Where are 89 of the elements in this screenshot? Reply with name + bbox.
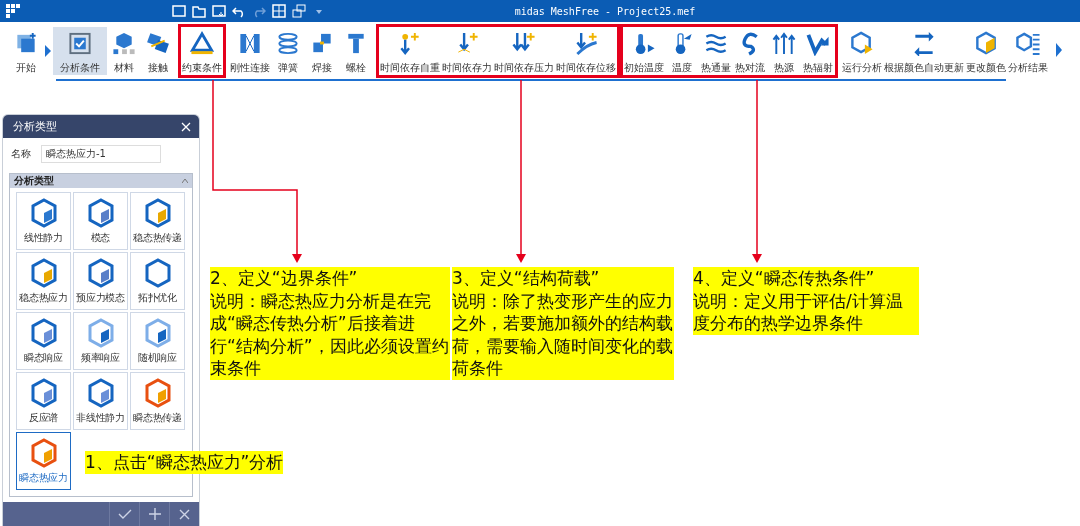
plus-icon	[148, 508, 161, 520]
chevron-right-icon	[45, 44, 51, 57]
ribbon-button[interactable]: 更改颜色	[965, 27, 1007, 75]
app-logo-icon[interactable]	[6, 4, 20, 18]
collapse-icon[interactable]	[182, 179, 188, 183]
folder-icon[interactable]	[192, 4, 206, 18]
ribbon-button[interactable]: 开始	[9, 27, 43, 75]
ribbon-button[interactable]: 螺栓	[339, 27, 373, 75]
callout-heading: 1、点击“瞬态热应力”分析	[85, 451, 284, 474]
panel-title: 分析类型	[13, 119, 57, 134]
ribbon-button[interactable]: 温度	[665, 27, 699, 75]
brackets-icon	[237, 31, 263, 56]
hexagon-icon	[29, 317, 58, 348]
analysis-type-tile[interactable]: 随机响应	[130, 312, 185, 370]
group-header[interactable]: 分析类型	[10, 174, 192, 188]
ribbon-button[interactable]: 材料	[107, 27, 141, 75]
rising-arrows-icon	[771, 31, 797, 56]
analysis-type-tile[interactable]: 瞬态响应	[16, 312, 71, 370]
scroll-right-icon[interactable]	[1056, 42, 1062, 57]
cube-icon	[973, 31, 999, 56]
ribbon-button[interactable]: 时间依存压力	[493, 27, 555, 75]
analysis-type-tile[interactable]: 频率响应	[73, 312, 128, 370]
hexagon-icon	[86, 317, 115, 348]
ribbon-button[interactable]: 时间依存位移	[555, 27, 617, 75]
ribbon-button[interactable]: 约束条件	[181, 27, 223, 75]
analysis-type-tile[interactable]: 拓扑优化	[130, 252, 185, 310]
analysis-type-tile[interactable]: 稳态热传递	[130, 192, 185, 250]
cube-nodes-icon	[111, 31, 137, 56]
window-title: midas MeshFree - Project25.mef	[514, 5, 696, 17]
new-file-icon[interactable]	[172, 4, 186, 18]
cube-list-icon	[1015, 31, 1041, 56]
ribbon-button[interactable]: 焊接	[305, 27, 339, 75]
save-icon[interactable]	[212, 4, 226, 18]
analysis-type-tile[interactable]: 瞬态热传递	[130, 372, 185, 430]
undo-icon[interactable]	[232, 4, 246, 18]
ribbon-button[interactable]: 弹簧	[271, 27, 305, 75]
analysis-type-tile[interactable]: 模态	[73, 192, 128, 250]
callout-heading: 3、定义“结构荷载”	[452, 267, 600, 290]
ribbon-button[interactable]: 时间依存自重	[379, 27, 441, 75]
callout-text: 说明：定义用于评估/计算温度分布的热学边界条件	[693, 289, 919, 335]
callout-text: 说明：除了热变形产生的应力之外，若要施加额外的结构载荷，需要输入随时间变化的载荷条件	[452, 289, 674, 380]
callout-heading: 2、定义“边界条件”	[210, 267, 358, 290]
zigzag-arrow-icon	[805, 31, 831, 56]
triangle-icon	[189, 31, 215, 56]
callout-heading: 4、定义“瞬态传热条件”	[693, 267, 875, 290]
hexagon-icon	[29, 437, 58, 468]
analysis-type-tile[interactable]: 稳态热应力	[16, 252, 71, 310]
callout-text: 说明：瞬态热应力分析是在完成“瞬态传热分析”后接着进行“结构分析”，因此必须设置约束条件	[210, 289, 450, 380]
redo-icon[interactable]	[252, 4, 266, 18]
hexagon-icon	[86, 197, 115, 228]
analysis-type-tile[interactable]: 非线性静力	[73, 372, 128, 430]
waves-icon	[703, 31, 729, 56]
hexagon-icon	[143, 257, 172, 288]
hexagon-icon	[143, 197, 172, 228]
analysis-type-tile[interactable]: 线性静力	[16, 192, 71, 250]
hexagon-icon	[143, 377, 172, 408]
ribbon-button[interactable]: 时间依存力	[441, 27, 493, 75]
ribbon-button[interactable]: 分析条件	[53, 27, 107, 75]
hexagon-icon	[86, 257, 115, 288]
ribbon-button[interactable]: 初始温度	[623, 27, 665, 75]
ribbon-button[interactable]: 热辐射	[801, 27, 835, 75]
analysis-type-tile[interactable]: 预应力模态	[73, 252, 128, 310]
name-label: 名称	[11, 147, 31, 161]
name-field[interactable]: 瞬态热应力-1	[41, 145, 161, 163]
cube-play-icon	[849, 31, 875, 56]
ribbon-button[interactable]: 接触	[141, 27, 175, 75]
hexagon-icon	[86, 377, 115, 408]
ribbon-button[interactable]: 热对流	[733, 27, 767, 75]
ribbon-button[interactable]: 热源	[767, 27, 801, 75]
ribbon-button[interactable]: 根据颜色自动更新	[883, 27, 965, 75]
analysis-type-tile[interactable]: 反应谱	[16, 372, 71, 430]
ribbon-button[interactable]: 分析结果	[1007, 27, 1049, 75]
close-icon	[179, 508, 190, 520]
ribbon-button[interactable]: 运行分析	[841, 27, 883, 75]
check-icon	[117, 509, 132, 519]
ribbon-button[interactable]: 热通量	[699, 27, 733, 75]
hexagon-icon	[29, 197, 58, 228]
analysis-type-tile[interactable]: 瞬态热应力	[16, 432, 71, 490]
windows-icon[interactable]	[292, 4, 306, 18]
ribbon-button[interactable]: 刚性连接	[229, 27, 271, 75]
hexagon-icon	[29, 257, 58, 288]
group-title: 分析类型	[14, 174, 54, 188]
blocks-icon	[145, 31, 171, 56]
hexagon-icon	[29, 377, 58, 408]
checklist-icon	[67, 31, 93, 56]
hexagon-icon	[143, 317, 172, 348]
close-icon[interactable]	[181, 121, 191, 132]
spring-icon	[275, 31, 301, 56]
grid-icon[interactable]	[272, 4, 286, 18]
